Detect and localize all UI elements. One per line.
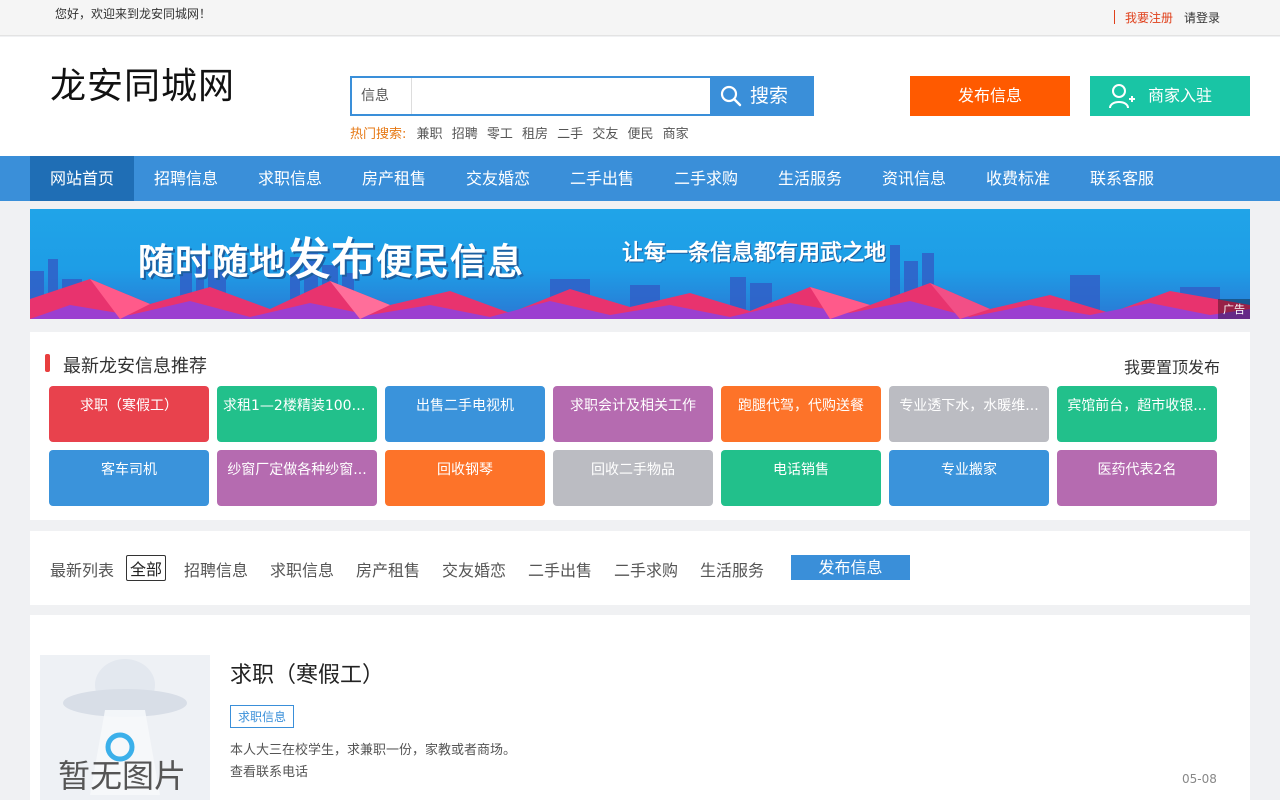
listing-thumbnail[interactable]: 暂无图片	[40, 655, 210, 800]
divider	[1114, 10, 1115, 24]
main-nav: 网站首页 招聘信息 求职信息 房产租售 交友婚恋 二手出售 二手求购 生活服务 …	[0, 156, 1280, 201]
banner-headline-c: 便民信息	[376, 242, 525, 283]
search-button-label: 搜索	[750, 85, 789, 107]
nav-item-dating[interactable]: 交友婚恋	[446, 156, 550, 201]
banner-tagline: 让每一条信息都有用武之地	[622, 241, 887, 266]
search-category-select[interactable]: 信息	[352, 78, 412, 114]
hot-word[interactable]: 招聘	[452, 127, 478, 142]
listing-date: 05-08	[1182, 772, 1217, 786]
nav-item-secondhand-sale[interactable]: 二手出售	[550, 156, 654, 201]
top-bar: 您好，欢迎来到龙安同城网！ 我要注册 请登录	[0, 0, 1280, 36]
recommend-tile[interactable]: 求租1—2楼精装100平...	[217, 386, 377, 442]
list-filter-bar: 最新列表 全部 招聘信息 求职信息 房产租售 交友婚恋 二手出售 二手求购 生活…	[30, 531, 1250, 605]
hot-word[interactable]: 租房	[522, 127, 548, 142]
nav-item-life-services[interactable]: 生活服务	[758, 156, 862, 201]
merchant-join-button[interactable]: 商家入驻	[1090, 76, 1250, 116]
listing-title[interactable]: 求职（寒假工）	[230, 657, 384, 689]
nav-item-job-seeking[interactable]: 求职信息	[238, 156, 342, 201]
nav-item-jobs[interactable]: 招聘信息	[134, 156, 238, 201]
filter-housing[interactable]: 房产租售	[356, 557, 420, 581]
merchant-join-label: 商家入驻	[1148, 86, 1213, 105]
filter-secondhand-sale[interactable]: 二手出售	[528, 557, 592, 581]
publish-button[interactable]: 发布信息	[910, 76, 1070, 116]
latest-list-label: 最新列表	[50, 561, 115, 580]
recommend-tile[interactable]: 求职会计及相关工作	[553, 386, 713, 442]
welcome-text: 您好，欢迎来到龙安同城网！	[55, 7, 212, 21]
section-marker	[45, 354, 50, 372]
recommend-tile[interactable]: 客车司机	[49, 450, 209, 506]
hot-word[interactable]: 便民	[627, 127, 653, 142]
recommend-tile[interactable]: 回收钢琴	[385, 450, 545, 506]
recommend-tile[interactable]: 专业搬家	[889, 450, 1049, 506]
recommend-tile[interactable]: 回收二手物品	[553, 450, 713, 506]
recommend-tile[interactable]: 出售二手电视机	[385, 386, 545, 442]
nav-item-housing[interactable]: 房产租售	[342, 156, 446, 201]
hot-word[interactable]: 交友	[592, 127, 618, 142]
recommend-tile[interactable]: 求职（寒假工）	[49, 386, 209, 442]
recommend-tile[interactable]: 电话销售	[721, 450, 881, 506]
recommend-title: 最新龙安信息推荐	[63, 356, 207, 377]
listing-description: 本人大三在校学生，求兼职一份，家教或者商场。	[230, 743, 517, 758]
header: 龙安同城网 信息 搜索 热门搜索: 兼职 招聘 零工 租房 二手 交友 便民 商…	[0, 37, 1280, 156]
listing-category-tag[interactable]: 求职信息	[230, 705, 295, 728]
hot-word[interactable]: 兼职	[417, 127, 443, 142]
add-user-icon	[1109, 84, 1135, 109]
banner-headline-b: 发布	[286, 234, 377, 285]
filter-all[interactable]: 全部	[126, 555, 167, 581]
filter-jobs[interactable]: 招聘信息	[184, 557, 248, 581]
filter-life-services[interactable]: 生活服务	[700, 557, 764, 581]
recommend-tile[interactable]: 宾馆前台，超市收银...	[1057, 386, 1217, 442]
view-phone-link[interactable]: 查看联系电话	[230, 761, 308, 780]
ad-label: 广告	[1218, 299, 1250, 319]
banner-headline-a: 随时随地	[138, 242, 287, 283]
login-link[interactable]: 请登录	[1184, 9, 1220, 26]
nav-item-secondhand-wanted[interactable]: 二手求购	[654, 156, 758, 201]
hot-search: 热门搜索: 兼职 招聘 零工 租房 二手 交友 便民 商家	[350, 123, 694, 142]
ad-banner[interactable]: 随时随地发布便民信息 让每一条信息都有用武之地 广告	[30, 209, 1250, 319]
site-logo[interactable]: 龙安同城网	[50, 57, 235, 109]
recommend-tile[interactable]: 纱窗厂定做各种纱窗...	[217, 450, 377, 506]
banner-headline: 随时随地发布便民信息	[138, 223, 524, 287]
search-icon	[720, 85, 742, 107]
no-image-text: 暂无图片	[58, 757, 187, 795]
recommend-tile[interactable]: 专业透下水，水暖维...	[889, 386, 1049, 442]
filter-publish-button[interactable]: 发布信息	[791, 555, 910, 580]
nav-item-news[interactable]: 资讯信息	[862, 156, 966, 201]
recommend-tile[interactable]: 跑腿代驾，代购送餐	[721, 386, 881, 442]
listing-section: 暂无图片 求职（寒假工） 求职信息 本人大三在校学生，求兼职一份，家教或者商场。…	[30, 615, 1250, 800]
nav-item-contact[interactable]: 联系客服	[1070, 156, 1174, 201]
recommend-section: 最新龙安信息推荐 我要置顶发布 求职（寒假工） 求租1—2楼精装100平... 出售…	[30, 332, 1250, 520]
hot-word[interactable]: 零工	[487, 127, 513, 142]
hot-word[interactable]: 二手	[557, 127, 583, 142]
nav-item-home[interactable]: 网站首页	[30, 156, 134, 201]
hot-search-label: 热门搜索:	[350, 127, 407, 142]
filter-job-seeking[interactable]: 求职信息	[270, 557, 334, 581]
search-box: 信息 搜索	[350, 76, 814, 116]
filter-dating[interactable]: 交友婚恋	[442, 557, 506, 581]
nav-item-pricing[interactable]: 收费标准	[966, 156, 1070, 201]
filter-secondhand-wanted[interactable]: 二手求购	[614, 557, 678, 581]
recommend-tile[interactable]: 医药代表2名	[1057, 450, 1217, 506]
hot-word[interactable]: 商家	[663, 127, 689, 142]
register-link[interactable]: 我要注册	[1125, 9, 1173, 26]
search-button[interactable]: 搜索	[710, 76, 812, 116]
search-input[interactable]	[413, 78, 713, 114]
pin-publish-link[interactable]: 我要置顶发布	[1124, 354, 1220, 378]
